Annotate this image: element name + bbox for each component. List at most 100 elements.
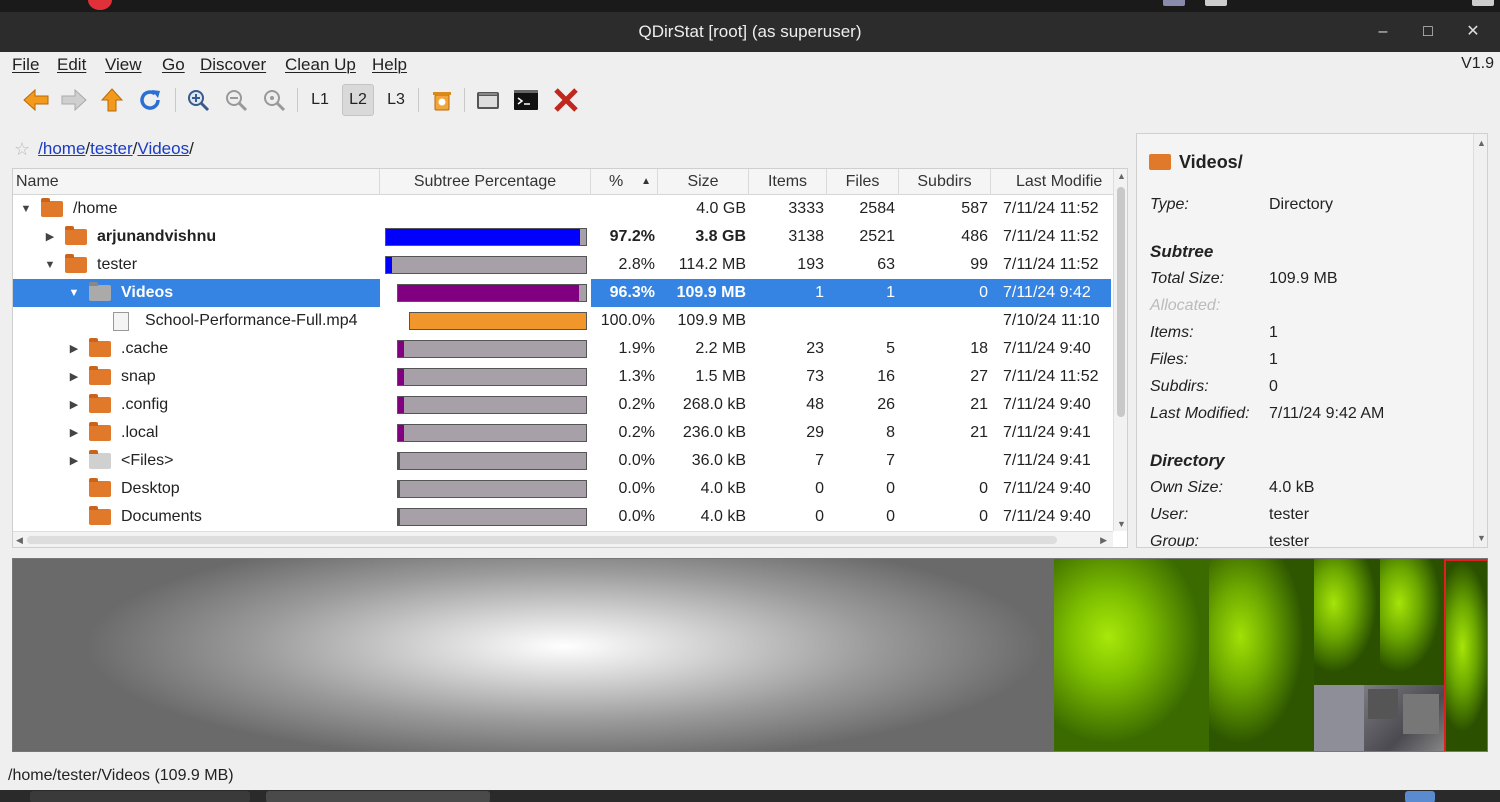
minimize-icon[interactable]: – (1370, 19, 1396, 45)
zoom-reset-icon[interactable] (258, 84, 290, 116)
table-row[interactable]: ▶ arjunandvishnu 97.2% 3.8 GB 3138 2521 486 7/1… (13, 223, 1111, 251)
row-last-modified: 7/11/24 9:40 (1003, 396, 1091, 413)
expand-arrow-icon[interactable]: ▶ (67, 447, 81, 475)
level-1-button[interactable]: L1 (304, 84, 336, 116)
row-items: 29 (806, 424, 824, 441)
subtree-percentage-bar (397, 340, 587, 358)
table-row[interactable]: Desktop 0.0% 4.0 kB 0 0 0 7/11/24 9:40 (13, 475, 1111, 503)
expand-arrow-icon[interactable]: ▶ (67, 363, 81, 391)
file-manager-icon[interactable] (472, 84, 504, 116)
row-files: 16 (877, 368, 895, 385)
tree-horizontal-scrollbar[interactable]: ◀ ▶ (13, 531, 1113, 547)
table-row[interactable]: ▶ snap 1.3% 1.5 MB 73 16 27 7/11/24 11:52 (13, 363, 1111, 391)
expand-arrow-icon[interactable]: ▶ (67, 335, 81, 363)
table-row[interactable]: ▶ .local 0.2% 236.0 kB 29 8 21 7/11/24 9:41 (13, 419, 1111, 447)
forward-icon[interactable] (58, 84, 90, 116)
treemap-tile[interactable] (1314, 685, 1364, 751)
row-subdirs: 21 (970, 396, 988, 413)
zoom-out-icon[interactable] (220, 84, 252, 116)
taskbar-item[interactable] (30, 791, 250, 802)
table-row[interactable]: ▶ <Files> 0.0% 36.0 kB 7 7 7/11/24 9:41 (13, 447, 1111, 475)
close-icon[interactable]: ✕ (1460, 19, 1486, 45)
refresh-icon[interactable] (134, 84, 166, 116)
column-subtree-percentage[interactable]: Subtree Percentage (380, 169, 591, 195)
treemap-tile[interactable] (1368, 689, 1398, 719)
subdirs-label: Subdirs: (1150, 378, 1209, 395)
row-size: 4.0 kB (700, 480, 746, 497)
table-row[interactable]: ▶ .config 0.2% 268.0 kB 48 26 21 7/11/24 9:40 (13, 391, 1111, 419)
treemap-tile-large[interactable] (13, 559, 1054, 751)
folder-icon (41, 198, 63, 217)
column-name[interactable]: Name (13, 169, 380, 195)
menu-file[interactable]: File (12, 55, 39, 75)
row-items: 0 (815, 480, 824, 497)
row-name: Documents (121, 508, 202, 525)
table-row[interactable]: ▼ Videos 96.3% 109.9 MB 1 1 0 7/11/24 9:42 (13, 279, 1111, 307)
table-row[interactable]: Documents 0.0% 4.0 kB 0 0 0 7/11/24 9:40 (13, 503, 1111, 531)
menu-edit[interactable]: Edit (57, 55, 86, 75)
column-last-modified[interactable]: Last Modifie (991, 169, 1111, 195)
breadcrumb-home[interactable]: home (43, 139, 86, 159)
level-2-button[interactable]: L2 (342, 84, 374, 116)
table-row[interactable]: ▼ tester 2.8% 114.2 MB 193 63 99 7/11/24 11:52 (13, 251, 1111, 279)
menu-view[interactable]: View (105, 55, 142, 75)
type-value: Directory (1269, 196, 1334, 213)
table-row[interactable]: ▶ .cache 1.9% 2.2 MB 23 5 18 7/11/24 9:40 (13, 335, 1111, 363)
row-name: arjunandvishnu (97, 228, 217, 245)
row-size: 4.0 GB (696, 200, 746, 217)
column-size[interactable]: Size (658, 169, 749, 195)
menu-help[interactable]: Help (372, 55, 407, 75)
bookmark-star-icon[interactable]: ☆ (14, 139, 30, 160)
breadcrumb-sep: / (189, 139, 194, 158)
maximize-icon[interactable]: □ (1415, 19, 1441, 45)
row-percent: 0.0% (618, 480, 655, 497)
directory-tree[interactable]: Name Subtree Percentage % ▲ Size Items Fi… (12, 168, 1128, 548)
expand-arrow-icon[interactable]: ▶ (67, 419, 81, 447)
row-items: 23 (806, 340, 824, 357)
treemap-tile-selected[interactable] (1444, 559, 1487, 751)
treemap[interactable] (12, 558, 1488, 752)
treemap-tile[interactable] (1314, 559, 1380, 685)
treemap-tile[interactable] (1380, 559, 1444, 685)
subtree-percentage-bar (397, 480, 587, 498)
collapse-arrow-icon[interactable]: ▼ (19, 195, 33, 223)
files-value: 1 (1269, 351, 1278, 368)
stop-icon[interactable] (550, 84, 582, 116)
menu-go[interactable]: Go (162, 55, 185, 75)
treemap-tile[interactable] (1209, 559, 1314, 751)
column-items[interactable]: Items (749, 169, 827, 195)
menu-discover[interactable]: Discover (200, 55, 266, 75)
row-last-modified: 7/11/24 9:42 (1003, 284, 1091, 301)
tree-vertical-scrollbar[interactable]: ▲ ▼ (1113, 169, 1127, 531)
column-subdirs[interactable]: Subdirs (899, 169, 991, 195)
collapse-arrow-icon[interactable]: ▼ (43, 251, 57, 279)
column-files[interactable]: Files (827, 169, 899, 195)
breadcrumb-tester[interactable]: tester (90, 139, 133, 159)
row-files: 63 (877, 256, 895, 273)
taskbar-item[interactable] (1405, 791, 1435, 802)
breadcrumb-videos[interactable]: Videos (137, 139, 189, 159)
treemap-tile[interactable] (1054, 559, 1209, 751)
toolbar: L1 L2 L3 (0, 80, 1500, 120)
up-icon[interactable] (96, 84, 128, 116)
zoom-in-icon[interactable] (182, 84, 214, 116)
row-files: 26 (877, 396, 895, 413)
level-3-button[interactable]: L3 (380, 84, 412, 116)
back-icon[interactable] (20, 84, 52, 116)
row-percent: 100.0% (600, 312, 655, 329)
expand-arrow-icon[interactable]: ▶ (67, 391, 81, 419)
details-scrollbar[interactable]: ▲ ▼ (1473, 134, 1487, 547)
table-row[interactable]: ▼ /home 4.0 GB 3333 2584 587 7/11/24 11:52 (13, 195, 1111, 223)
table-row[interactable]: School-Performance-Full.mp4 100.0% 109.9 M… (13, 307, 1111, 335)
trash-icon[interactable] (426, 84, 458, 116)
folder-icon (89, 478, 111, 497)
expand-arrow-icon[interactable]: ▶ (43, 223, 57, 251)
treemap-tile[interactable] (1403, 694, 1439, 734)
collapse-arrow-icon[interactable]: ▼ (67, 279, 81, 307)
menu-cleanup[interactable]: Clean Up (285, 55, 356, 75)
row-files: 2521 (859, 228, 895, 245)
column-percent[interactable]: % ▲ (591, 169, 658, 195)
row-size: 36.0 kB (691, 452, 746, 469)
taskbar-item[interactable] (266, 791, 490, 802)
terminal-icon[interactable] (510, 84, 542, 116)
